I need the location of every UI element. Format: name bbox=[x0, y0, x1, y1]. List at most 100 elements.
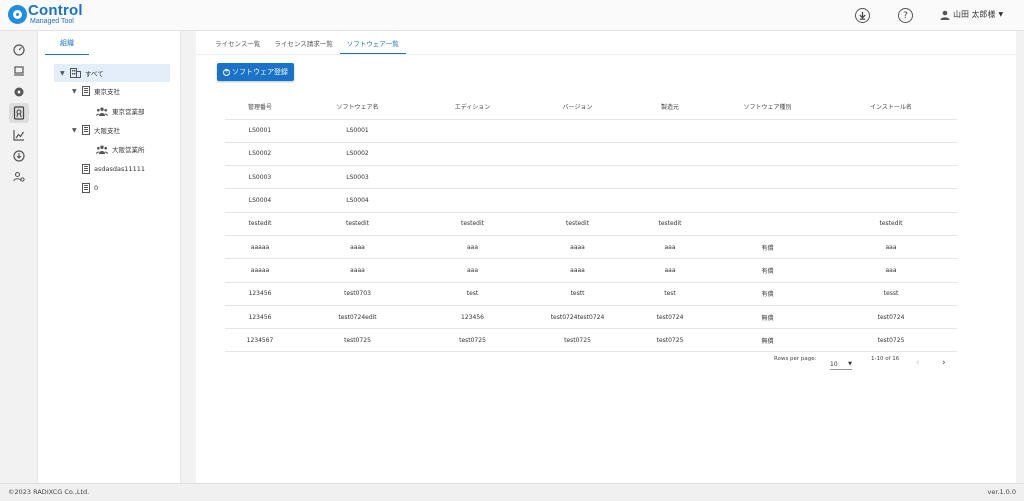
next-page-button[interactable]: › bbox=[942, 358, 946, 368]
collapse-arrow-icon[interactable]: ▼ bbox=[60, 70, 70, 77]
table-cell: test bbox=[420, 282, 525, 306]
table-cell: 無償 bbox=[710, 328, 825, 353]
license-icon[interactable] bbox=[9, 103, 29, 123]
help-icon[interactable]: ? bbox=[898, 8, 913, 23]
table-cell bbox=[525, 142, 630, 167]
user-name: 山田 太郎様 bbox=[953, 10, 996, 19]
table-row[interactable]: LS0002 LS0002 bbox=[225, 142, 957, 167]
tab-software-list[interactable]: ソフトウェア一覧 bbox=[339, 38, 406, 54]
column-header[interactable]: 管理番号 bbox=[225, 95, 295, 120]
table-cell: aaa bbox=[825, 235, 957, 260]
tree-node-osaka-sales[interactable]: 大阪営業所 bbox=[96, 140, 145, 158]
tree-node-asdasdas[interactable]: asdasdas11111 bbox=[82, 160, 145, 178]
column-header[interactable]: バージョン bbox=[525, 95, 630, 120]
tab-organization[interactable]: 組織 bbox=[45, 38, 89, 55]
table-cell: test0725 bbox=[630, 328, 710, 353]
user-icon bbox=[940, 10, 950, 20]
prev-page-button[interactable]: ‹ bbox=[916, 358, 920, 368]
tree-node-label: 大阪支社 bbox=[94, 127, 120, 135]
table-cell: test0725 bbox=[295, 328, 420, 353]
tree-node-label: すべて bbox=[85, 70, 104, 78]
rows-per-page-select[interactable]: 10 ▼ bbox=[830, 361, 852, 370]
table-cell: testedit bbox=[825, 212, 957, 236]
office-icon bbox=[82, 164, 90, 174]
table-cell: aaa bbox=[420, 235, 525, 260]
tree-node-tokyo-sales[interactable]: 東京営業部 bbox=[96, 102, 145, 120]
tree-node-tokyo-branch[interactable]: ▼ 東京支社 bbox=[72, 82, 120, 100]
register-software-button[interactable]: + ソフトウェア登録 bbox=[217, 63, 294, 81]
table-cell bbox=[420, 142, 525, 167]
table-cell: test0724edit bbox=[295, 305, 420, 330]
tree-node-osaka-branch[interactable]: ▼ 大阪支社 bbox=[72, 121, 120, 139]
collapse-arrow-icon[interactable]: ▼ bbox=[72, 127, 82, 134]
logo-icon bbox=[8, 5, 27, 24]
table-cell bbox=[710, 119, 825, 143]
table-cell bbox=[825, 119, 957, 143]
table-cell: 有償 bbox=[710, 282, 825, 306]
add-circle-icon: + bbox=[223, 68, 230, 76]
download-circle-icon[interactable] bbox=[11, 148, 27, 164]
table-cell: aaa bbox=[630, 258, 710, 283]
table-cell: 有償 bbox=[710, 235, 825, 260]
table-cell bbox=[825, 188, 957, 213]
table-cell: testt bbox=[525, 282, 630, 306]
main-content: ライセンス一覧 ライセンス請求一覧 ソフトウェア一覧 + ソフトウェア登録 管理… bbox=[196, 31, 1016, 483]
group-icon bbox=[96, 107, 108, 116]
table-row[interactable]: 123456 test0724edit 123456 test0724test0724… bbox=[225, 305, 957, 330]
table-cell: 123456 bbox=[420, 305, 525, 330]
table-row[interactable]: LS0003 LS0003 bbox=[225, 165, 957, 190]
logo-subtitle: Managed Tool bbox=[30, 18, 74, 25]
computer-icon[interactable] bbox=[11, 63, 27, 79]
table-cell bbox=[525, 188, 630, 213]
table-cell bbox=[525, 119, 630, 143]
tree-node-label: 0 bbox=[94, 184, 99, 192]
tree-node-label: asdasdas11111 bbox=[94, 165, 146, 173]
column-header[interactable]: エディション bbox=[420, 95, 525, 120]
group-icon bbox=[96, 145, 108, 154]
column-header[interactable]: インストール名 bbox=[825, 95, 957, 120]
table-row[interactable]: testedit testedit testedit testedit testedit… bbox=[225, 212, 957, 236]
column-header[interactable]: ソフトウェア種別 bbox=[710, 95, 825, 120]
office-icon bbox=[82, 125, 90, 135]
app-header: Control Managed Tool ? 山田 太郎様 ▼ bbox=[0, 0, 1024, 31]
table-cell bbox=[525, 165, 630, 190]
tree-node-label: 大阪営業所 bbox=[112, 146, 145, 154]
table-row[interactable]: aaaaa aaaa aaa aaaa aaa 有償 aaa bbox=[225, 235, 957, 260]
tree-node-all[interactable]: ▼ すべて bbox=[54, 64, 170, 82]
table-cell: test0724 bbox=[630, 305, 710, 330]
tab-license-list[interactable]: ライセンス一覧 bbox=[208, 38, 267, 54]
dashboard-icon[interactable] bbox=[11, 42, 27, 58]
office-icon bbox=[82, 183, 90, 193]
tab-license-billing-list[interactable]: ライセンス請求一覧 bbox=[267, 38, 339, 54]
table-row[interactable]: 123456 test0703 test testt test 有償 tesst bbox=[225, 282, 957, 306]
table-cell: aaaa bbox=[295, 258, 420, 283]
table-row[interactable]: LS0001 LS0001 bbox=[225, 119, 957, 143]
table-row[interactable]: LS0004 LS0004 bbox=[225, 188, 957, 213]
table-cell bbox=[710, 188, 825, 213]
software-table: 管理番号 ソフトウェア名 エディション バージョン 製造元 ソフトウェア種別 イ… bbox=[225, 95, 957, 353]
chart-icon[interactable] bbox=[11, 127, 27, 143]
table-cell: LS0003 bbox=[225, 165, 295, 190]
table-cell: test0725 bbox=[825, 328, 957, 353]
pagination-range: 1-10 of 16 bbox=[871, 356, 900, 362]
table-cell: aaa bbox=[420, 258, 525, 283]
chevron-down-icon: ▼ bbox=[848, 361, 852, 367]
table-cell bbox=[420, 188, 525, 213]
table-cell: test0703 bbox=[295, 282, 420, 306]
download-icon[interactable] bbox=[855, 8, 870, 23]
table-cell bbox=[420, 119, 525, 143]
circle-icon[interactable] bbox=[11, 84, 27, 100]
tree-node-label: 東京営業部 bbox=[112, 108, 145, 116]
user-menu[interactable]: 山田 太郎様 ▼ bbox=[940, 9, 1003, 20]
app-logo[interactable]: Control Managed Tool bbox=[8, 3, 83, 25]
collapse-arrow-icon[interactable]: ▼ bbox=[72, 88, 82, 95]
table-row[interactable]: aaaaa aaaa aaa aaaa aaa 有償 aaa bbox=[225, 258, 957, 283]
user-settings-icon[interactable] bbox=[11, 169, 27, 185]
column-header[interactable]: ソフトウェア名 bbox=[295, 95, 420, 120]
column-header[interactable]: 製造元 bbox=[630, 95, 710, 120]
table-row[interactable]: 1234567 test0725 test0725 test0725 test0725 無… bbox=[225, 328, 957, 353]
tree-node-zero[interactable]: 0 bbox=[82, 179, 98, 197]
table-cell: test bbox=[630, 282, 710, 306]
table-cell bbox=[825, 142, 957, 167]
organization-tree-panel: 組織 ▼ すべて ▼ 東京支社 東京営業部 ▼ 大阪支社 大阪営業所 asdas… bbox=[38, 31, 181, 483]
